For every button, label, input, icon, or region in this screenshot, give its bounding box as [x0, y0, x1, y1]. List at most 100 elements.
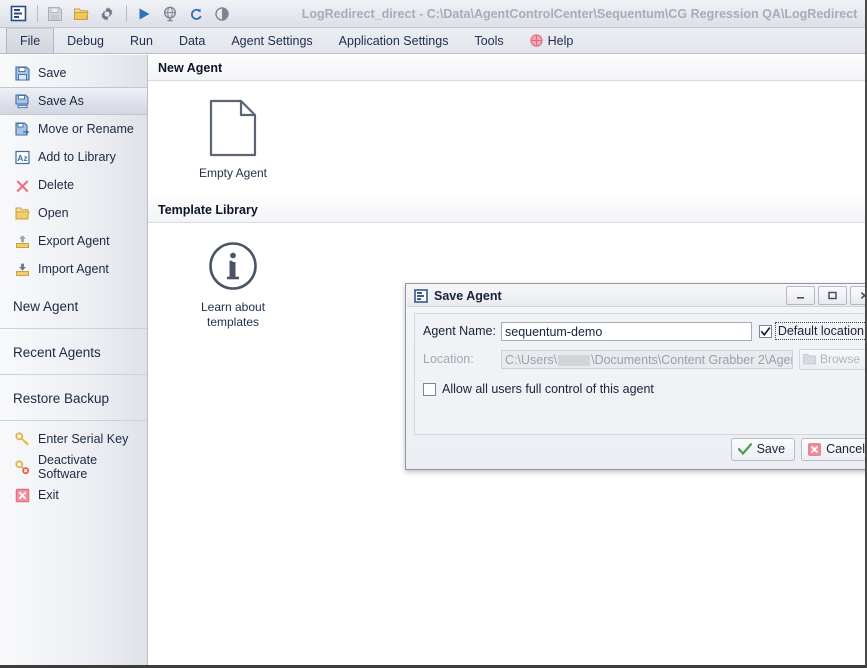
exit-icon [13, 487, 31, 503]
sidebar-divider-3 [0, 420, 147, 421]
menu-item-data[interactable]: Data [166, 28, 218, 53]
application-window: LogRedirect_direct - C:\Data\AgentContro… [0, 0, 867, 668]
sidebar-heading-label: Recent Agents [13, 345, 101, 360]
sidebar-divider-2 [0, 374, 147, 375]
window-title: LogRedirect_direct - C:\Data\AgentContro… [0, 0, 859, 28]
sidebar-item-export-agent[interactable]: Export Agent [0, 227, 147, 255]
menu-item-label: Debug [67, 34, 104, 48]
agent-name-label: Agent Name: [423, 324, 501, 338]
sidebar: Save Save As [0, 55, 148, 665]
cancel-button[interactable]: Cancel [801, 438, 865, 461]
document-page-icon [209, 99, 257, 157]
key-icon [13, 431, 31, 447]
sidebar-item-enter-serial-key[interactable]: Enter Serial Key [0, 425, 147, 453]
sidebar-item-label: Export Agent [38, 234, 110, 248]
sidebar-item-label: Exit [38, 488, 59, 502]
sidebar-item-label: Move or Rename [38, 122, 134, 136]
section-header-new-agent: New Agent [148, 55, 865, 81]
allow-all-users-checkbox[interactable] [423, 383, 436, 396]
sidebar-item-deactivate-software[interactable]: Deactivate Software [0, 453, 147, 481]
sidebar-item-exit[interactable]: Exit [0, 481, 147, 509]
sidebar-item-label: Enter Serial Key [38, 432, 128, 446]
sidebar-heading-recent-agents[interactable]: Recent Agents [0, 331, 147, 373]
menu-item-label: Data [179, 34, 205, 48]
sidebar-item-add-to-library[interactable]: Az Add to Library [0, 143, 147, 171]
agent-name-input[interactable]: sequentum-demo [501, 322, 752, 341]
dialog-title: Save Agent [434, 289, 783, 303]
section-header-label: Template Library [158, 203, 258, 217]
sidebar-item-open[interactable]: Open [0, 199, 147, 227]
minimize-button[interactable] [786, 286, 815, 305]
menu-item-label: File [20, 34, 40, 48]
tile-empty-agent[interactable]: Empty Agent [178, 99, 288, 181]
app-logo-icon [414, 289, 428, 303]
dialog-footer: Save Cancel [414, 437, 865, 461]
globe-icon[interactable] [158, 3, 182, 25]
tile-learn-about-templates[interactable]: Learn about templates [178, 241, 288, 330]
sidebar-item-label: Save [38, 66, 67, 80]
save-icon[interactable] [43, 3, 67, 25]
browse-button: Browse [799, 349, 865, 370]
save-agent-dialog: Save Agent Agent Name: sequentum-demo [405, 283, 865, 470]
export-icon [13, 233, 31, 249]
sidebar-heading-label: Restore Backup [13, 391, 109, 406]
sidebar-item-import-agent[interactable]: Import Agent [0, 255, 147, 283]
menu-item-label: Agent Settings [231, 34, 312, 48]
refresh-icon[interactable] [184, 3, 208, 25]
sidebar-item-label: Save As [38, 94, 84, 108]
save-as-icon [13, 93, 31, 109]
menu-item-agent-settings[interactable]: Agent Settings [218, 28, 325, 53]
dialog-titlebar[interactable]: Save Agent [407, 285, 865, 307]
save-button[interactable]: Save [731, 438, 796, 461]
tile-label: Empty Agent [199, 166, 267, 181]
menu-item-label: Tools [474, 34, 503, 48]
sidebar-heading-label: New Agent [13, 299, 78, 314]
key-deactivate-icon [13, 459, 31, 475]
dialog-body: Agent Name: sequentum-demo Default locat… [414, 313, 865, 435]
close-button[interactable] [850, 286, 865, 305]
sidebar-divider-1 [0, 328, 147, 329]
contrast-icon[interactable] [210, 3, 234, 25]
section-header-template-library: Template Library [148, 197, 865, 223]
sidebar-heading-new-agent[interactable]: New Agent [0, 285, 147, 327]
cancel-x-icon [808, 443, 821, 456]
sidebar-item-label: Add to Library [38, 150, 116, 164]
import-icon [13, 261, 31, 277]
allow-all-users-checkbox-group[interactable]: Allow all users full control of this age… [423, 381, 656, 397]
menu-item-debug[interactable]: Debug [54, 28, 117, 53]
sidebar-item-save[interactable]: Save [0, 59, 147, 87]
menu-item-run[interactable]: Run [117, 28, 166, 53]
content-area: New Agent Empty Agent Template Library [148, 55, 865, 665]
sidebar-item-save-as[interactable]: Save As [0, 87, 147, 115]
sidebar-filler [0, 511, 147, 665]
sidebar-item-label: Delete [38, 178, 74, 192]
sidebar-item-delete[interactable]: Delete [0, 171, 147, 199]
menu-item-tools[interactable]: Tools [461, 28, 516, 53]
browse-button-label: Browse [820, 352, 860, 366]
menu-item-label: Help [548, 34, 574, 48]
move-rename-icon [13, 121, 31, 137]
maximize-button[interactable] [818, 286, 847, 305]
check-icon [738, 443, 752, 455]
body-split: Save Save As [0, 55, 865, 665]
allow-all-users-label: Allow all users full control of this age… [440, 381, 656, 397]
menu-item-label: Run [130, 34, 153, 48]
app-logo-icon[interactable] [6, 3, 30, 25]
tile-label-line2: templates [207, 315, 259, 330]
sidebar-item-label: Import Agent [38, 262, 109, 276]
sidebar-heading-restore-backup[interactable]: Restore Backup [0, 377, 147, 419]
open-folder-icon[interactable] [69, 3, 93, 25]
run-icon[interactable] [132, 3, 156, 25]
folder-icon [803, 353, 816, 365]
location-label: Location: [423, 352, 501, 366]
menu-item-help[interactable]: Help [517, 28, 587, 53]
menu-item-file[interactable]: File [6, 28, 54, 53]
sidebar-file-actions: Save Save As [0, 57, 147, 285]
default-location-checkbox-group[interactable]: Default location [759, 323, 865, 339]
tile-label-line1: Learn about [201, 300, 265, 315]
sidebar-item-move-or-rename[interactable]: Move or Rename [0, 115, 147, 143]
gear-icon[interactable] [95, 3, 119, 25]
default-location-checkbox[interactable] [759, 325, 772, 338]
menu-item-application-settings[interactable]: Application Settings [326, 28, 462, 53]
location-prefix: C:\Users\ [505, 353, 557, 367]
